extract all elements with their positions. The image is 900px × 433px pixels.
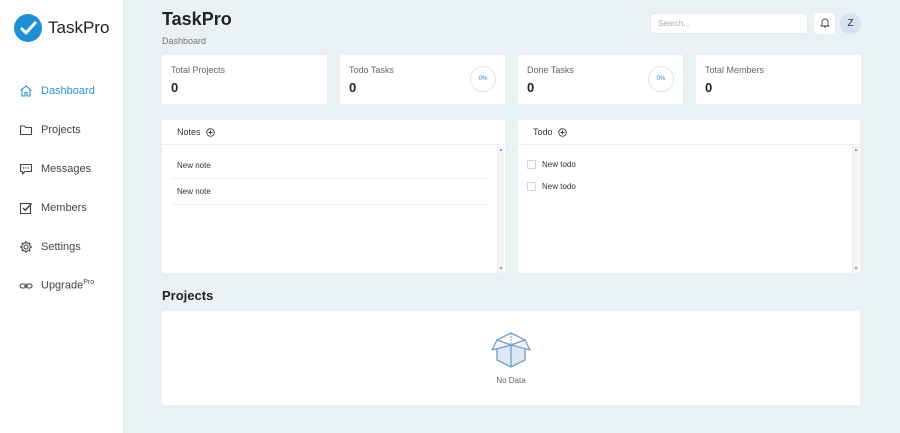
todo-item[interactable]: New todo [527,177,576,195]
sidebar-item-dashboard[interactable]: Dashboard [0,71,123,110]
stat-card-todo-tasks: Todo Tasks 0 0% [340,55,505,104]
stat-value: 0 [705,80,713,95]
notes-scrollbar[interactable]: ▲ ▼ [497,146,504,273]
progress-ring: 0% [648,66,674,92]
notes-panel: Notes New note New note ▲ ▼ [162,120,505,273]
notes-title: Notes [177,127,201,137]
stat-value: 0 [349,80,357,95]
stat-label: Done Tasks [527,65,574,75]
scroll-up-icon[interactable]: ▲ [498,147,504,153]
empty-text: No Data [496,376,526,385]
todo-checkbox[interactable] [527,181,536,191]
empty-box-icon [490,331,532,378]
note-item[interactable]: New note [171,179,488,205]
gear-icon [18,239,34,255]
message-icon [18,161,34,177]
brand-name: TaskPro [48,18,110,37]
breadcrumb: Dashboard [162,36,207,46]
avatar[interactable]: Z [840,13,861,34]
todo-item[interactable]: New todo [527,155,576,173]
todo-title: Todo [533,127,553,137]
sidebar-item-label: Members [41,201,87,214]
sidebar-nav: Dashboard Projects Messages Members Sett… [0,71,123,305]
stat-label: Total Members [705,65,765,75]
check-square-icon [18,200,34,216]
sidebar-item-members[interactable]: Members [0,188,123,227]
stat-value: 0 [171,80,179,95]
progress-ring: 0% [470,66,496,92]
todo-scrollbar[interactable]: ▲ ▼ [852,146,859,273]
notification-button[interactable] [814,13,835,34]
taskpro-logo-icon [14,14,42,42]
todo-label: New todo [542,181,576,191]
todo-panel: Todo New todo New todo ▲ ▼ [518,120,860,273]
stat-card-total-projects: Total Projects 0 [162,55,327,104]
todo-header: Todo [518,120,860,145]
sidebar-item-label: Messages [41,162,92,175]
sidebar: TaskPro Dashboard Projects Messages Memb… [0,0,123,433]
projects-title: Projects [162,288,214,303]
scroll-up-icon[interactable]: ▲ [853,147,859,153]
link-icon [18,278,34,294]
sidebar-item-label: Projects [41,123,81,136]
stat-label: Total Projects [171,65,226,75]
page-title: TaskPro [162,9,232,29]
sidebar-item-label: UpgradePro [41,279,94,292]
sidebar-item-messages[interactable]: Messages [0,149,123,188]
pro-badge: Pro [83,279,95,287]
notes-header: Notes [162,120,505,145]
todo-checkbox[interactable] [527,159,536,169]
brand[interactable]: TaskPro [14,14,109,42]
upgrade-label: Upgrade [41,279,84,292]
bell-icon [820,15,830,33]
add-note-icon[interactable] [205,127,215,137]
todo-label: New todo [542,159,576,169]
main-content: TaskPro Dashboard Z Total Projects 0 Tod… [123,0,900,433]
search-input[interactable] [650,13,808,34]
stat-value: 0 [527,80,535,95]
sidebar-item-upgrade[interactable]: UpgradePro [0,266,123,305]
sidebar-item-projects[interactable]: Projects [0,110,123,149]
projects-panel: No Data [162,311,860,405]
sidebar-item-label: Settings [41,240,81,253]
scroll-down-icon[interactable]: ▼ [853,266,859,272]
scroll-down-icon[interactable]: ▼ [498,266,504,272]
stat-label: Todo Tasks [349,65,394,75]
note-item[interactable]: New note [171,153,488,179]
home-icon [18,83,34,99]
add-todo-icon[interactable] [557,127,567,137]
stat-card-total-members: Total Members 0 [696,55,861,104]
folder-icon [18,122,34,138]
sidebar-item-settings[interactable]: Settings [0,227,123,266]
sidebar-item-label: Dashboard [41,84,95,97]
stat-card-done-tasks: Done Tasks 0 0% [518,55,683,104]
